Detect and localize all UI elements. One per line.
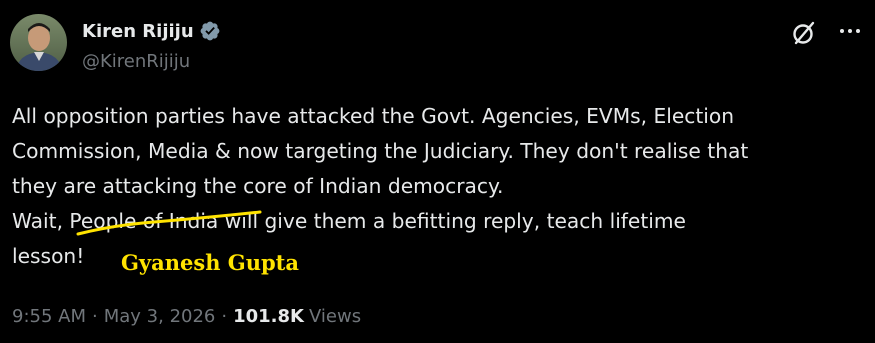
tweet-card: Kiren Rijiju @KirenRijiju All opposition… xyxy=(0,0,875,343)
author-display-name[interactable]: Kiren Rijiju xyxy=(82,21,194,42)
avatar[interactable] xyxy=(10,14,67,71)
tweet-text-line: Commission, Media & now targeting the Ju… xyxy=(12,139,749,163)
tweet-date[interactable]: May 3, 2026 xyxy=(104,306,216,327)
tweet-meta: 9:55 AM · May 3, 2026 · 101.8K Views xyxy=(12,306,361,327)
tweet-text-line: All opposition parties have attacked the… xyxy=(12,104,735,128)
verified-badge-icon[interactable] xyxy=(199,20,221,42)
meta-separator: · xyxy=(221,306,228,327)
tweet-time[interactable]: 9:55 AM xyxy=(12,306,86,327)
avatar-image xyxy=(10,14,67,71)
views-label: Views xyxy=(309,306,362,327)
annotation-strike-line xyxy=(74,207,264,237)
grok-icon[interactable] xyxy=(789,18,819,48)
author-handle[interactable]: @KirenRijiju xyxy=(82,51,190,72)
views-count[interactable]: 101.8K xyxy=(233,306,304,327)
annotation-signature: Gyanesh Gupta xyxy=(121,250,299,275)
author-name-row: Kiren Rijiju xyxy=(82,19,221,43)
meta-separator: · xyxy=(92,306,98,327)
tweet-text-line: they are attacking the core of Indian de… xyxy=(12,174,504,198)
more-options-icon[interactable] xyxy=(835,19,865,47)
tweet-text: All opposition parties have attacked the… xyxy=(12,99,872,274)
